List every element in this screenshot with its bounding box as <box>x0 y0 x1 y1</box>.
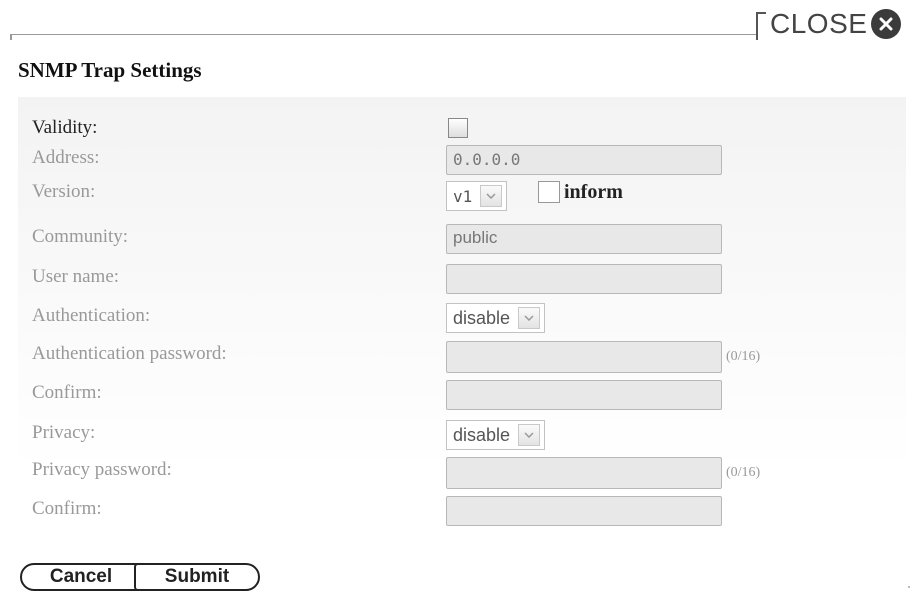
privacy-label: Privacy: <box>32 422 96 443</box>
privacy-select[interactable]: disable <box>446 420 546 450</box>
chevron-down-icon <box>518 307 541 329</box>
version-select-value: v1 <box>453 186 473 206</box>
close-button[interactable]: CLOSE <box>756 6 902 42</box>
privacy-password-label: Privacy password: <box>32 459 172 480</box>
privacy-select-value: disable <box>453 424 511 445</box>
row-address: Address: 0.0.0.0 <box>18 145 906 175</box>
chevron-down-icon <box>518 424 541 446</box>
close-bracket-decoration <box>756 12 766 40</box>
row-auth-password: Authentication password: (0/16) <box>18 341 906 373</box>
row-privacy-confirm: Confirm: <box>18 496 906 526</box>
row-user-name: User name: <box>18 264 906 294</box>
inform-checkbox[interactable] <box>538 181 560 203</box>
privacy-password-counter: (0/16) <box>726 465 761 480</box>
auth-password-counter: (0/16) <box>726 349 761 364</box>
address-label: Address: <box>32 147 100 168</box>
privacy-password-input[interactable] <box>446 457 722 489</box>
validity-checkbox[interactable] <box>448 118 468 138</box>
inform-label: inform <box>564 181 623 203</box>
header-divider <box>10 34 758 35</box>
page-title: SNMP Trap Settings <box>18 58 202 82</box>
privacy-confirm-input[interactable] <box>446 496 722 526</box>
version-label: Version: <box>32 181 96 202</box>
address-input[interactable]: 0.0.0.0 <box>446 145 722 175</box>
settings-form: Validity: Address: 0.0.0.0 Version: v1 i… <box>18 97 906 535</box>
validity-label: Validity: <box>32 117 98 138</box>
row-auth-confirm: Confirm: <box>18 380 906 410</box>
community-label: Community: <box>32 226 129 247</box>
authentication-label: Authentication: <box>32 305 151 326</box>
privacy-confirm-label: Confirm: <box>32 498 102 519</box>
authentication-select[interactable]: disable <box>446 303 546 333</box>
chevron-down-icon <box>480 185 503 207</box>
version-select[interactable]: v1 <box>446 181 508 211</box>
row-privacy-password: Privacy password: (0/16) <box>18 457 906 489</box>
row-privacy: Privacy: disable <box>18 420 906 450</box>
row-authentication: Authentication: disable <box>18 303 906 333</box>
close-label: CLOSE <box>770 8 868 39</box>
auth-confirm-label: Confirm: <box>32 382 102 403</box>
community-input[interactable]: public <box>446 224 722 254</box>
cancel-button[interactable]: Cancel <box>20 563 142 591</box>
auth-confirm-input[interactable] <box>446 380 722 410</box>
corner-marker <box>908 586 910 588</box>
row-validity: Validity: <box>18 115 906 145</box>
close-icon[interactable] <box>871 9 902 39</box>
user-name-label: User name: <box>32 266 120 287</box>
row-community: Community: public <box>18 224 906 254</box>
authentication-select-value: disable <box>453 307 511 328</box>
header-divider-tick <box>10 34 12 40</box>
auth-password-label: Authentication password: <box>32 343 227 364</box>
user-name-input[interactable] <box>446 264 722 294</box>
row-version: Version: v1 inform <box>18 181 906 217</box>
auth-password-input[interactable] <box>446 341 722 373</box>
submit-button[interactable]: Submit <box>134 563 260 591</box>
